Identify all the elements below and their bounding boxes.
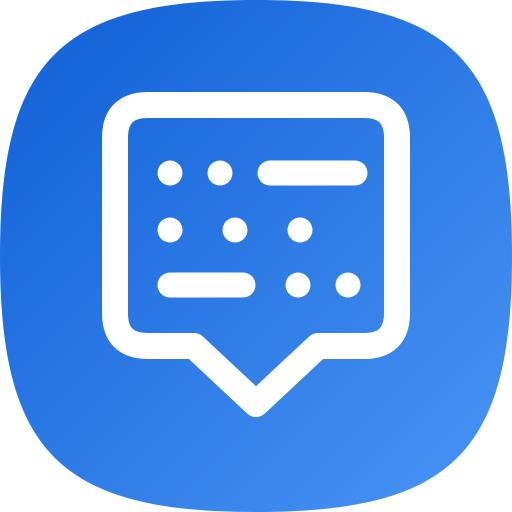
morse-dot: [222, 217, 248, 243]
morse-dot: [157, 160, 183, 186]
morse-dot: [207, 160, 233, 186]
morse-dot: [285, 272, 311, 298]
morse-dot: [335, 272, 361, 298]
app-icon[interactable]: [0, 0, 512, 512]
morse-dot: [287, 217, 313, 243]
app-icon-background: [0, 0, 512, 512]
app-icon-canvas: [0, 0, 512, 512]
morse-dot: [157, 217, 183, 243]
